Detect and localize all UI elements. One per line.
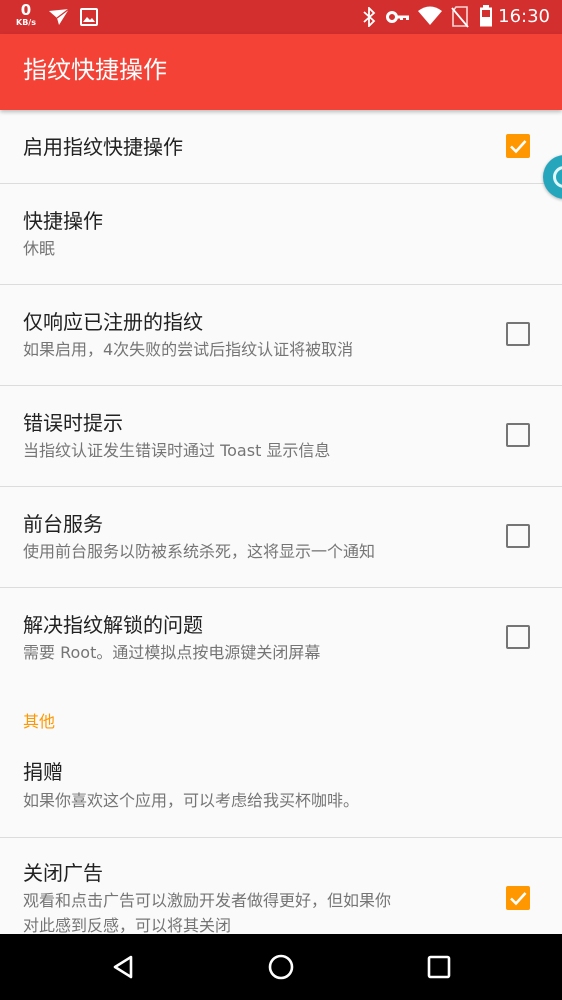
pref-summary-line1: 观看和点击广告可以激励开发者做得更好，但如果你 (23, 891, 392, 910)
pref-title: 仅响应已注册的指纹 (23, 310, 203, 334)
navigation-bar (0, 934, 562, 1000)
category-header-other: 其他 (23, 712, 56, 731)
page-title: 指纹快捷操作 (23, 56, 167, 84)
network-speed-unit: KB/s (16, 18, 36, 27)
image-icon (80, 8, 98, 26)
pref-summary: 使用前台服务以防被系统杀死，这将显示一个通知 (23, 542, 376, 561)
pref-registered-fingerprint-only[interactable]: 仅响应已注册的指纹 如果启用，4次失败的尝试后指纹认证将被取消 (0, 285, 562, 385)
pref-summary: 如果你喜欢这个应用，可以考虑给我买杯咖啡。 (23, 791, 360, 810)
wifi-icon (418, 6, 442, 25)
pref-title: 捐赠 (23, 760, 63, 784)
pref-title: 错误时提示 (23, 411, 123, 435)
error-toast-checkbox[interactable] (506, 423, 530, 447)
fix-unlock-issue-checkbox[interactable] (506, 625, 530, 649)
recents-icon[interactable] (423, 951, 455, 983)
pref-title: 快捷操作 (23, 209, 103, 233)
settings-list[interactable]: 启用指纹快捷操作 快捷操作 休眠 仅响应已注册的指纹 如果启用，4次失败的尝试后… (0, 110, 562, 934)
bluetooth-icon (363, 7, 376, 27)
pref-summary: 如果启用，4次失败的尝试后指纹认证将被取消 (23, 340, 354, 359)
pref-error-toast[interactable]: 错误时提示 当指纹认证发生错误时通过 Toast 显示信息 (0, 386, 562, 486)
network-speed: 0 KB/s (12, 3, 40, 27)
pref-summary: 休眠 (23, 239, 56, 258)
enable-fingerprint-actions-checkbox[interactable] (506, 134, 530, 158)
pref-foreground-service[interactable]: 前台服务 使用前台服务以防被系统杀死，这将显示一个通知 (0, 487, 562, 587)
back-icon[interactable] (107, 951, 139, 983)
network-speed-value: 0 (20, 1, 32, 19)
vpn-key-icon (386, 11, 409, 23)
pref-title: 启用指纹快捷操作 (23, 135, 183, 159)
registered-fingerprint-only-checkbox[interactable] (506, 322, 530, 346)
pref-fix-unlock-issue[interactable]: 解决指纹解锁的问题 需要 Root。通过模拟点按电源键关闭屏幕 (0, 588, 562, 688)
pref-summary-line2: 对此感到反感，可以将其关闭 (23, 916, 232, 934)
pref-summary: 需要 Root。通过模拟点按电源键关闭屏幕 (23, 643, 321, 662)
clock: 16:30 (498, 6, 550, 27)
checkmark-icon (510, 892, 527, 906)
home-icon[interactable] (265, 951, 297, 983)
pref-title: 前台服务 (23, 512, 103, 536)
pref-title: 关闭广告 (23, 861, 103, 885)
pref-summary: 当指纹认证发生错误时通过 Toast 显示信息 (23, 441, 331, 460)
foreground-service-checkbox[interactable] (506, 524, 530, 548)
no-sim-icon (451, 6, 469, 28)
status-bar: 0 KB/s 16:30 (0, 0, 562, 34)
battery-icon (480, 5, 492, 27)
checkmark-icon (510, 140, 527, 154)
pref-disable-ads[interactable]: 关闭广告 观看和点击广告可以激励开发者做得更好，但如果你 对此感到反感，可以将其… (0, 838, 562, 934)
pref-enable-fingerprint-actions[interactable]: 启用指纹快捷操作 (0, 110, 562, 183)
ring-icon (553, 166, 562, 188)
disable-ads-checkbox[interactable] (506, 886, 530, 910)
app-bar: 指纹快捷操作 (0, 34, 562, 110)
pref-title: 解决指纹解锁的问题 (23, 613, 203, 637)
pref-donate[interactable]: 捐赠 如果你喜欢这个应用，可以考虑给我买杯咖啡。 (0, 737, 562, 837)
pref-quick-action[interactable]: 快捷操作 休眠 (0, 184, 562, 284)
send-icon (49, 8, 70, 25)
